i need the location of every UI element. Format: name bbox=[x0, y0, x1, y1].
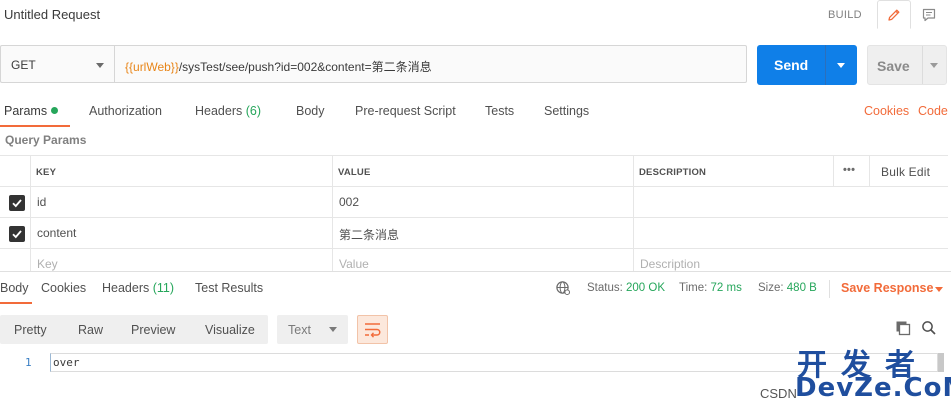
edit-button[interactable] bbox=[877, 0, 911, 29]
status-divider bbox=[829, 280, 830, 298]
method-label: GET bbox=[11, 58, 36, 72]
tab-params[interactable]: Params bbox=[4, 104, 59, 118]
chevron-down-icon bbox=[96, 63, 104, 68]
response-size[interactable]: Size: 480 B bbox=[758, 282, 817, 294]
save-label: Save bbox=[877, 58, 910, 74]
tab-params-label: Params bbox=[4, 104, 48, 118]
row-enabled-checkbox[interactable] bbox=[9, 195, 25, 211]
response-body-text[interactable]: over bbox=[53, 356, 80, 369]
response-tab-underline bbox=[0, 302, 32, 304]
chevron-down-icon bbox=[329, 327, 337, 332]
table-row-new: Key Value Description bbox=[0, 248, 948, 271]
param-value[interactable]: 002 bbox=[339, 195, 359, 209]
response-tab-cookies[interactable]: Cookies bbox=[41, 281, 86, 295]
search-icon[interactable] bbox=[921, 320, 937, 339]
format-preview[interactable]: Preview bbox=[131, 323, 175, 337]
response-tab-headers[interactable]: Headers (11) bbox=[102, 281, 174, 295]
column-header-description: DESCRIPTION bbox=[639, 167, 707, 178]
params-active-dot-icon bbox=[51, 107, 59, 114]
watermark-en: DevZe.CoM bbox=[795, 373, 951, 403]
comments-button[interactable] bbox=[911, 0, 947, 29]
url-path: /sysTest/see/push?id=002&content=第二条消息 bbox=[178, 60, 432, 74]
param-key[interactable]: id bbox=[37, 195, 46, 209]
response-tab-headers-label: Headers bbox=[102, 281, 150, 295]
save-button[interactable]: Save bbox=[867, 45, 947, 85]
new-key-input[interactable]: Key bbox=[37, 257, 58, 271]
tab-authorization[interactable]: Authorization bbox=[89, 104, 162, 118]
checkmark-icon bbox=[12, 199, 22, 208]
watermark-csdn: CSDN bbox=[760, 386, 797, 401]
more-options-icon[interactable]: ••• bbox=[843, 164, 855, 176]
globe-icon[interactable] bbox=[555, 280, 571, 299]
text-format-label: Text bbox=[288, 323, 311, 337]
param-key[interactable]: content bbox=[37, 226, 76, 240]
copy-icon[interactable] bbox=[895, 320, 911, 339]
format-pretty[interactable]: Pretty bbox=[14, 323, 47, 337]
pencil-icon bbox=[888, 9, 900, 21]
scrollbar[interactable] bbox=[938, 353, 944, 372]
status-value: 200 OK bbox=[626, 282, 666, 294]
tab-params-underline bbox=[0, 125, 70, 127]
save-options-chevron-icon[interactable] bbox=[930, 63, 938, 68]
tab-headers-count: (6) bbox=[245, 104, 262, 118]
send-button[interactable]: Send bbox=[757, 45, 857, 85]
text-format-select[interactable]: Text bbox=[277, 315, 348, 344]
response-tab-headers-count: (11) bbox=[152, 281, 175, 295]
build-mode-label[interactable]: BUILD bbox=[828, 9, 862, 21]
table-header-row: KEY VALUE DESCRIPTION ••• Bulk Edit bbox=[0, 155, 948, 186]
format-tabs: Pretty Raw Preview Visualize bbox=[0, 315, 268, 344]
column-header-value: VALUE bbox=[338, 167, 371, 178]
save-response-chevron-icon[interactable] bbox=[935, 287, 943, 292]
code-link[interactable]: Code bbox=[918, 104, 948, 118]
tab-prerequest-script[interactable]: Pre-request Script bbox=[355, 104, 456, 118]
response-status[interactable]: Status: 200 OK bbox=[587, 282, 665, 294]
checkmark-icon bbox=[12, 230, 22, 239]
tab-tests[interactable]: Tests bbox=[485, 104, 514, 118]
format-visualize[interactable]: Visualize bbox=[205, 323, 255, 337]
response-tab-test-results[interactable]: Test Results bbox=[195, 281, 263, 295]
send-label: Send bbox=[774, 57, 809, 73]
new-value-input[interactable]: Value bbox=[339, 257, 369, 271]
table-row: id 002 bbox=[0, 186, 948, 217]
wrap-lines-button[interactable] bbox=[357, 315, 388, 344]
row-enabled-checkbox[interactable] bbox=[9, 226, 25, 242]
time-label: Time: bbox=[679, 282, 708, 294]
response-tab-body[interactable]: Body bbox=[0, 281, 29, 295]
tab-headers-label: Headers bbox=[195, 104, 243, 118]
url-input[interactable]: {{urlWeb}}/sysTest/see/push?id=002&conte… bbox=[114, 45, 747, 83]
url-variable: {{urlWeb}} bbox=[125, 60, 179, 74]
tab-body[interactable]: Body bbox=[296, 104, 325, 118]
method-select[interactable]: GET bbox=[0, 45, 114, 83]
size-value: 480 B bbox=[786, 282, 817, 294]
param-value[interactable]: 第二条消息 bbox=[339, 226, 399, 243]
save-response-label: Save Response bbox=[841, 281, 934, 295]
comment-icon bbox=[922, 8, 936, 21]
send-divider bbox=[825, 45, 826, 85]
bulk-edit-link[interactable]: Bulk Edit bbox=[881, 165, 930, 179]
response-time[interactable]: Time: 72 ms bbox=[679, 282, 742, 294]
new-description-input[interactable]: Description bbox=[640, 257, 700, 271]
save-response-button[interactable]: Save Response bbox=[841, 281, 933, 295]
format-raw[interactable]: Raw bbox=[78, 323, 103, 337]
response-divider[interactable] bbox=[0, 271, 951, 272]
status-label: Status: bbox=[587, 282, 623, 294]
send-options-chevron-icon[interactable] bbox=[837, 63, 845, 68]
wrap-lines-icon bbox=[365, 323, 381, 338]
column-header-key: KEY bbox=[36, 167, 57, 178]
cookies-link[interactable]: Cookies bbox=[864, 104, 909, 118]
tab-headers[interactable]: Headers (6) bbox=[195, 104, 261, 118]
size-label: Size: bbox=[758, 282, 784, 294]
line-number: 1 bbox=[25, 356, 32, 369]
time-value: 72 ms bbox=[710, 282, 742, 294]
request-title[interactable]: Untitled Request bbox=[4, 7, 100, 22]
query-params-heading: Query Params bbox=[5, 133, 87, 147]
table-row: content 第二条消息 bbox=[0, 217, 948, 248]
save-divider bbox=[922, 46, 923, 84]
tab-settings[interactable]: Settings bbox=[544, 104, 589, 118]
